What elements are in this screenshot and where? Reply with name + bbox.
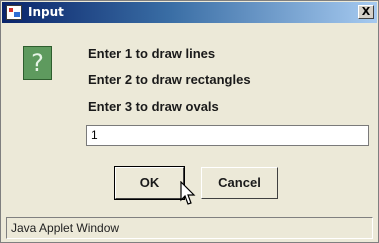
title-bar[interactable]: Input X (2, 2, 377, 23)
ok-button[interactable]: OK (114, 166, 185, 200)
status-text: Java Applet Window (11, 221, 120, 235)
message-line-2: Enter 2 to draw rectangles (88, 72, 251, 87)
input-field[interactable]: 1 (86, 125, 369, 146)
window-title: Input (28, 5, 64, 19)
question-icon: ? (23, 46, 52, 80)
java-applet-icon (6, 5, 22, 20)
mouse-pointer-icon (180, 181, 196, 205)
cancel-button[interactable]: Cancel (201, 167, 278, 199)
close-button[interactable]: X (358, 5, 374, 19)
applet-status-bar: Java Applet Window (6, 217, 373, 239)
message-line-3: Enter 3 to draw ovals (88, 99, 219, 114)
message-line-1: Enter 1 to draw lines (88, 46, 216, 61)
input-dialog-window: Input X ? Enter 1 to draw lines Enter 2 … (0, 0, 379, 243)
